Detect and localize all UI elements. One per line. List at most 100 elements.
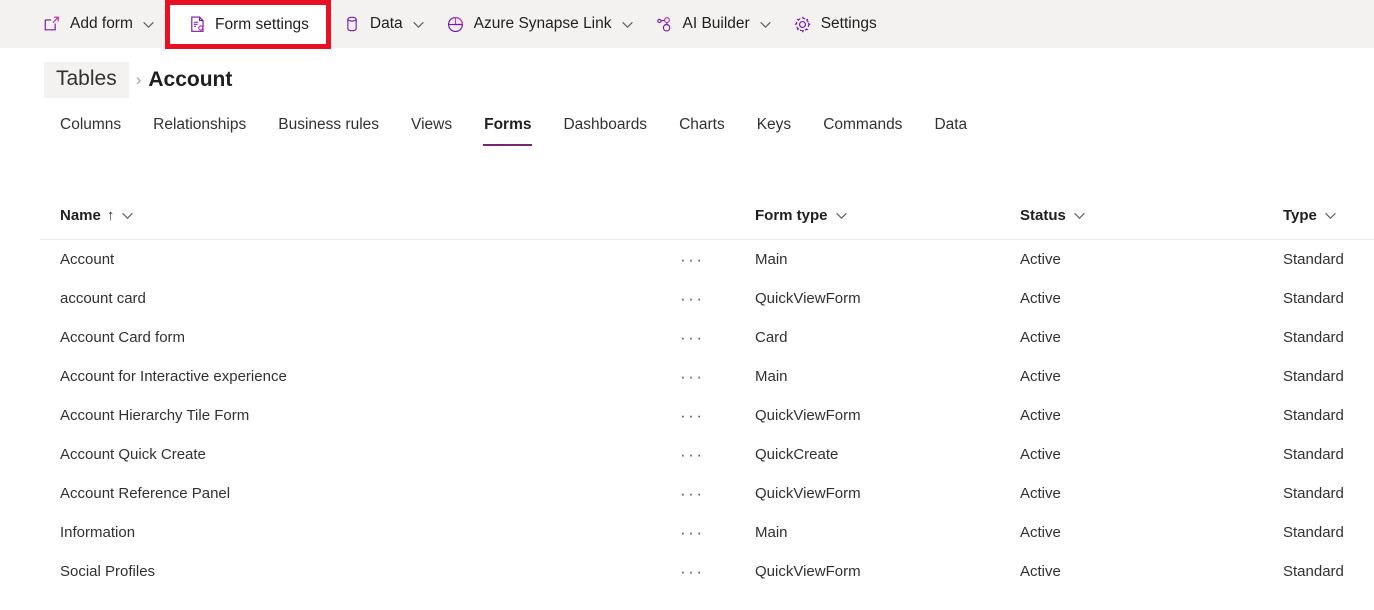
add-form-button[interactable]: Add form (32, 4, 166, 44)
breadcrumb-separator: › (136, 66, 142, 94)
cell-form-type: QuickCreate (755, 444, 1020, 466)
row-more-actions-button[interactable]: ··· (680, 327, 755, 349)
column-header-name-label: Name (60, 206, 101, 226)
row-more-actions-button[interactable]: ··· (680, 561, 755, 583)
cell-name[interactable]: Account Reference Panel (60, 483, 680, 505)
more-icon[interactable]: ··· (680, 250, 704, 269)
table-row[interactable]: Account Reference Panel···QuickViewFormA… (0, 474, 1374, 513)
cell-name[interactable]: Account for Interactive experience (60, 366, 680, 388)
chevron-down-icon[interactable] (759, 17, 773, 31)
azure-synapse-link-button[interactable]: Azure Synapse Link (436, 4, 645, 44)
row-more-actions-button[interactable]: ··· (680, 288, 755, 310)
more-icon[interactable]: ··· (680, 445, 704, 464)
page-title: Account (148, 66, 232, 94)
add-form-label: Add form (70, 14, 133, 34)
tab-charts[interactable]: Charts (663, 112, 741, 146)
column-header-name[interactable]: Name ↑ (60, 206, 680, 226)
table-row[interactable]: Information···MainActiveStandard (0, 513, 1374, 552)
more-icon[interactable]: ··· (680, 523, 704, 542)
ai-builder-icon (655, 14, 675, 34)
cell-name[interactable]: Social Profiles (60, 561, 680, 583)
tab-relationships[interactable]: Relationships (137, 112, 262, 146)
form-settings-highlight-box: Form settings (165, 0, 331, 49)
table-row[interactable]: Social Profiles···QuickViewFormActiveSta… (0, 552, 1374, 591)
form-settings-button[interactable]: Form settings (181, 5, 315, 45)
chevron-down-icon[interactable] (412, 17, 426, 31)
breadcrumb-item-tables[interactable]: Tables (44, 62, 129, 98)
tab-business-rules[interactable]: Business rules (262, 112, 395, 146)
cell-form-type: Card (755, 327, 1020, 349)
grid-body: Account···MainActiveStandardaccount card… (0, 240, 1374, 591)
chevron-down-icon[interactable] (142, 17, 156, 31)
row-more-actions-button[interactable]: ··· (680, 483, 755, 505)
data-label: Data (370, 14, 403, 34)
cell-name[interactable]: Information (60, 522, 680, 544)
settings-button[interactable]: Settings (783, 4, 887, 44)
more-icon[interactable]: ··· (680, 562, 704, 581)
row-more-actions-button[interactable]: ··· (680, 522, 755, 544)
table-row[interactable]: Account Hierarchy Tile Form··· QuickViewF… (0, 396, 1374, 435)
data-button[interactable]: Data (332, 4, 436, 44)
cell-name[interactable]: Account Card form (60, 327, 680, 349)
pie-chart-icon (446, 14, 466, 34)
chevron-down-icon[interactable] (621, 17, 635, 31)
grid-header-row: Name ↑ Form type Status (40, 192, 1374, 240)
chevron-down-icon[interactable] (1324, 209, 1337, 222)
tab-commands[interactable]: Commands (807, 112, 918, 146)
cell-status: Active (1020, 366, 1283, 388)
form-settings-label: Form settings (215, 15, 309, 35)
row-more-actions-button[interactable]: ··· (680, 249, 755, 271)
table-row[interactable]: Account Quick Create··· QuickCreateActive… (0, 435, 1374, 474)
cell-status: Active (1020, 444, 1283, 466)
cell-type: Standard (1283, 444, 1374, 466)
cell-type: Standard (1283, 249, 1374, 271)
tab-keys[interactable]: Keys (741, 112, 807, 146)
cell-form-type: QuickViewForm (755, 405, 1020, 427)
cell-type: Standard (1283, 288, 1374, 310)
more-icon[interactable]: ··· (680, 406, 704, 425)
gear-icon (793, 14, 813, 34)
more-icon[interactable]: ··· (680, 484, 704, 503)
cell-type: Standard (1283, 561, 1374, 583)
cell-type: Standard (1283, 483, 1374, 505)
table-row[interactable]: account card···QuickViewFormActiveStanda… (0, 279, 1374, 318)
form-settings-icon (187, 15, 207, 35)
row-more-actions-button[interactable]: ··· (680, 444, 755, 466)
column-header-status-label: Status (1020, 206, 1066, 226)
more-icon[interactable]: ··· (680, 289, 704, 308)
ai-builder-label: AI Builder (683, 14, 750, 34)
more-icon[interactable]: ··· (680, 328, 704, 347)
column-header-form-type[interactable]: Form type (755, 206, 1020, 226)
more-icon[interactable]: ··· (680, 367, 704, 386)
sort-ascending-icon: ↑ (107, 206, 115, 226)
column-header-form-type-label: Form type (755, 206, 828, 226)
column-header-type[interactable]: Type (1283, 206, 1374, 226)
cell-name[interactable]: Account (60, 249, 680, 271)
table-row[interactable]: Account Card form···CardActiveStandard (0, 318, 1374, 357)
column-header-status[interactable]: Status (1020, 206, 1283, 226)
row-more-actions-button[interactable]: ··· (680, 405, 755, 427)
cell-name[interactable]: Account Hierarchy Tile Form (60, 405, 680, 427)
table-row[interactable]: Account···MainActiveStandard (0, 240, 1374, 279)
tab-columns[interactable]: Columns (44, 112, 137, 146)
cell-name[interactable]: account card (60, 288, 680, 310)
chevron-down-icon[interactable] (1073, 209, 1086, 222)
cell-form-type: QuickViewForm (755, 561, 1020, 583)
row-more-actions-button[interactable]: ··· (680, 366, 755, 388)
settings-label: Settings (821, 14, 877, 34)
tab-views[interactable]: Views (395, 112, 468, 146)
breadcrumb: Tables › Account (44, 60, 232, 100)
cell-type: Standard (1283, 366, 1374, 388)
ai-builder-button[interactable]: AI Builder (645, 4, 783, 44)
cell-form-type: Main (755, 522, 1020, 544)
table-row[interactable]: Account for Interactive experience···Mai… (0, 357, 1374, 396)
chevron-down-icon[interactable] (835, 209, 848, 222)
chevron-down-icon[interactable] (121, 209, 134, 222)
add-form-icon (42, 14, 62, 34)
tab-dashboards[interactable]: Dashboards (547, 112, 663, 146)
cell-name[interactable]: Account Quick Create (60, 444, 680, 466)
cell-type: Standard (1283, 522, 1374, 544)
tab-forms[interactable]: Forms (468, 112, 547, 146)
tab-data[interactable]: Data (918, 112, 983, 146)
cell-status: Active (1020, 288, 1283, 310)
